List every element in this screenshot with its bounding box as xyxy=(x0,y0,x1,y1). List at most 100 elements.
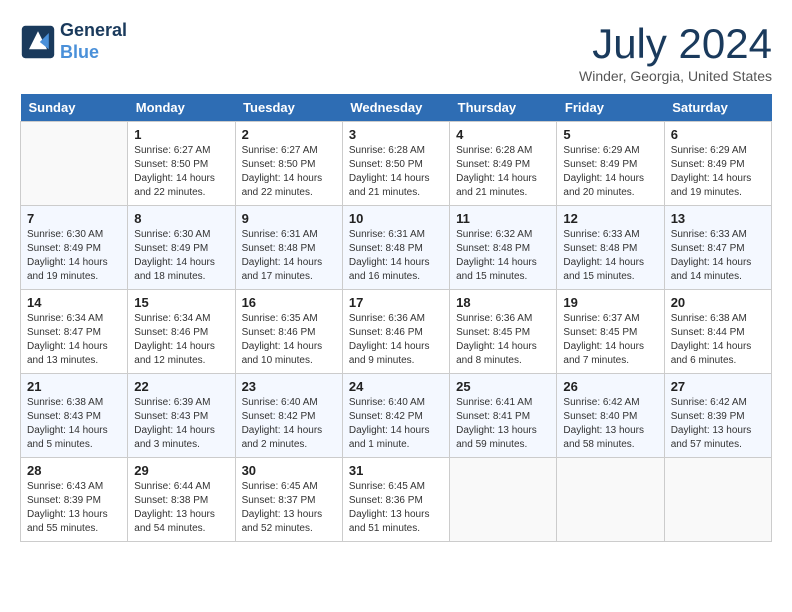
day-header-friday: Friday xyxy=(557,94,664,122)
day-number: 27 xyxy=(671,379,765,394)
calendar-cell: 25Sunrise: 6:41 AM Sunset: 8:41 PM Dayli… xyxy=(450,374,557,458)
day-number: 12 xyxy=(563,211,657,226)
day-number: 21 xyxy=(27,379,121,394)
calendar-cell: 4Sunrise: 6:28 AM Sunset: 8:49 PM Daylig… xyxy=(450,122,557,206)
day-info: Sunrise: 6:30 AM Sunset: 8:49 PM Dayligh… xyxy=(134,228,228,284)
calendar-cell: 7Sunrise: 6:30 AM Sunset: 8:49 PM Daylig… xyxy=(21,206,128,290)
day-number: 29 xyxy=(134,463,228,478)
logo-icon xyxy=(20,24,56,60)
calendar-cell: 9 Sunrise: 6:31 AM Sunset: 8:48 PM Daylig… xyxy=(235,206,342,290)
day-info: Sunrise: 6:43 AM Sunset: 8:39 PM Dayligh… xyxy=(27,480,121,536)
calendar-cell: 15 Sunrise: 6:34 AM Sunset: 8:46 PM Dayli… xyxy=(128,290,235,374)
logo-text: General Blue xyxy=(60,20,127,63)
calendar-cell: 30 Sunrise: 6:45 AM Sunset: 8:37 PM Dayli… xyxy=(235,458,342,542)
day-info: Sunrise: 6:36 AM Sunset: 8:46 PM Dayligh… xyxy=(349,312,443,368)
day-number: 3 xyxy=(349,127,443,142)
day-info: Sunrise: 6:36 AM Sunset: 8:45 PM Dayligh… xyxy=(456,312,550,368)
day-number: 10 xyxy=(349,211,443,226)
title-block: July 2024 Winder, Georgia, United States xyxy=(579,20,772,84)
day-info: Sunrise: 6:34 AM Sunset: 8:46 PM Dayligh… xyxy=(134,312,228,368)
calendar-cell: 29Sunrise: 6:44 AM Sunset: 8:38 PM Dayli… xyxy=(128,458,235,542)
calendar-cell: 18 Sunrise: 6:36 AM Sunset: 8:45 PM Dayli… xyxy=(450,290,557,374)
day-number: 30 xyxy=(242,463,336,478)
day-number: 16 xyxy=(242,295,336,310)
calendar-cell: 24 Sunrise: 6:40 AM Sunset: 8:42 PM Dayli… xyxy=(342,374,449,458)
day-info: Sunrise: 6:30 AM Sunset: 8:49 PM Dayligh… xyxy=(27,228,121,284)
calendar-cell: 12 Sunrise: 6:33 AM Sunset: 8:48 PM Dayli… xyxy=(557,206,664,290)
day-number: 20 xyxy=(671,295,765,310)
day-number: 23 xyxy=(242,379,336,394)
calendar-cell: 16 Sunrise: 6:35 AM Sunset: 8:46 PM Dayli… xyxy=(235,290,342,374)
calendar-cell: 31Sunrise: 6:45 AM Sunset: 8:36 PM Dayli… xyxy=(342,458,449,542)
calendar-cell: 26 Sunrise: 6:42 AM Sunset: 8:40 PM Dayli… xyxy=(557,374,664,458)
day-info: Sunrise: 6:32 AM Sunset: 8:48 PM Dayligh… xyxy=(456,228,550,284)
calendar-week-row: 28 Sunrise: 6:43 AM Sunset: 8:39 PM Dayli… xyxy=(21,458,772,542)
day-number: 18 xyxy=(456,295,550,310)
day-number: 1 xyxy=(134,127,228,142)
day-info: Sunrise: 6:38 AM Sunset: 8:43 PM Dayligh… xyxy=(27,396,121,452)
day-info: Sunrise: 6:42 AM Sunset: 8:40 PM Dayligh… xyxy=(563,396,657,452)
day-header-tuesday: Tuesday xyxy=(235,94,342,122)
day-header-monday: Monday xyxy=(128,94,235,122)
calendar-cell: 17 Sunrise: 6:36 AM Sunset: 8:46 PM Dayli… xyxy=(342,290,449,374)
calendar-header-row: SundayMondayTuesdayWednesdayThursdayFrid… xyxy=(21,94,772,122)
day-number: 14 xyxy=(27,295,121,310)
day-number: 19 xyxy=(563,295,657,310)
calendar-cell: 8Sunrise: 6:30 AM Sunset: 8:49 PM Daylig… xyxy=(128,206,235,290)
day-info: Sunrise: 6:29 AM Sunset: 8:49 PM Dayligh… xyxy=(563,144,657,200)
calendar-cell: 23 Sunrise: 6:40 AM Sunset: 8:42 PM Dayli… xyxy=(235,374,342,458)
calendar-cell: 13Sunrise: 6:33 AM Sunset: 8:47 PM Dayli… xyxy=(664,206,771,290)
calendar-cell: 22 Sunrise: 6:39 AM Sunset: 8:43 PM Dayli… xyxy=(128,374,235,458)
calendar-cell: 11 Sunrise: 6:32 AM Sunset: 8:48 PM Dayli… xyxy=(450,206,557,290)
calendar-cell: 5 Sunrise: 6:29 AM Sunset: 8:49 PM Daylig… xyxy=(557,122,664,206)
day-number: 4 xyxy=(456,127,550,142)
calendar-week-row: 14 Sunrise: 6:34 AM Sunset: 8:47 PM Dayli… xyxy=(21,290,772,374)
day-info: Sunrise: 6:35 AM Sunset: 8:46 PM Dayligh… xyxy=(242,312,336,368)
calendar-week-row: 21 Sunrise: 6:38 AM Sunset: 8:43 PM Dayli… xyxy=(21,374,772,458)
calendar-week-row: 7Sunrise: 6:30 AM Sunset: 8:49 PM Daylig… xyxy=(21,206,772,290)
logo: General Blue xyxy=(20,20,127,63)
month-title: July 2024 xyxy=(579,20,772,68)
day-number: 22 xyxy=(134,379,228,394)
calendar-cell xyxy=(21,122,128,206)
day-info: Sunrise: 6:31 AM Sunset: 8:48 PM Dayligh… xyxy=(242,228,336,284)
day-info: Sunrise: 6:28 AM Sunset: 8:50 PM Dayligh… xyxy=(349,144,443,200)
day-info: Sunrise: 6:40 AM Sunset: 8:42 PM Dayligh… xyxy=(242,396,336,452)
day-number: 17 xyxy=(349,295,443,310)
calendar-cell xyxy=(450,458,557,542)
day-info: Sunrise: 6:40 AM Sunset: 8:42 PM Dayligh… xyxy=(349,396,443,452)
day-info: Sunrise: 6:45 AM Sunset: 8:37 PM Dayligh… xyxy=(242,480,336,536)
calendar-cell: 27 Sunrise: 6:42 AM Sunset: 8:39 PM Dayli… xyxy=(664,374,771,458)
calendar-cell: 20Sunrise: 6:38 AM Sunset: 8:44 PM Dayli… xyxy=(664,290,771,374)
day-header-thursday: Thursday xyxy=(450,94,557,122)
day-number: 26 xyxy=(563,379,657,394)
day-info: Sunrise: 6:27 AM Sunset: 8:50 PM Dayligh… xyxy=(134,144,228,200)
day-header-saturday: Saturday xyxy=(664,94,771,122)
day-info: Sunrise: 6:34 AM Sunset: 8:47 PM Dayligh… xyxy=(27,312,121,368)
day-number: 5 xyxy=(563,127,657,142)
day-info: Sunrise: 6:31 AM Sunset: 8:48 PM Dayligh… xyxy=(349,228,443,284)
day-info: Sunrise: 6:37 AM Sunset: 8:45 PM Dayligh… xyxy=(563,312,657,368)
day-number: 25 xyxy=(456,379,550,394)
calendar-cell: 1 Sunrise: 6:27 AM Sunset: 8:50 PM Daylig… xyxy=(128,122,235,206)
logo-line1: General xyxy=(60,20,127,42)
day-number: 13 xyxy=(671,211,765,226)
day-info: Sunrise: 6:33 AM Sunset: 8:48 PM Dayligh… xyxy=(563,228,657,284)
calendar-table: SundayMondayTuesdayWednesdayThursdayFrid… xyxy=(20,94,772,542)
day-info: Sunrise: 6:29 AM Sunset: 8:49 PM Dayligh… xyxy=(671,144,765,200)
day-info: Sunrise: 6:42 AM Sunset: 8:39 PM Dayligh… xyxy=(671,396,765,452)
calendar-cell: 21 Sunrise: 6:38 AM Sunset: 8:43 PM Dayli… xyxy=(21,374,128,458)
day-number: 24 xyxy=(349,379,443,394)
day-info: Sunrise: 6:39 AM Sunset: 8:43 PM Dayligh… xyxy=(134,396,228,452)
calendar-cell: 3 Sunrise: 6:28 AM Sunset: 8:50 PM Daylig… xyxy=(342,122,449,206)
calendar-week-row: 1 Sunrise: 6:27 AM Sunset: 8:50 PM Daylig… xyxy=(21,122,772,206)
calendar-cell: 19 Sunrise: 6:37 AM Sunset: 8:45 PM Dayli… xyxy=(557,290,664,374)
day-number: 11 xyxy=(456,211,550,226)
day-header-sunday: Sunday xyxy=(21,94,128,122)
day-number: 9 xyxy=(242,211,336,226)
calendar-cell xyxy=(557,458,664,542)
day-number: 15 xyxy=(134,295,228,310)
day-number: 28 xyxy=(27,463,121,478)
calendar-cell: 28 Sunrise: 6:43 AM Sunset: 8:39 PM Dayli… xyxy=(21,458,128,542)
calendar-cell: 2Sunrise: 6:27 AM Sunset: 8:50 PM Daylig… xyxy=(235,122,342,206)
